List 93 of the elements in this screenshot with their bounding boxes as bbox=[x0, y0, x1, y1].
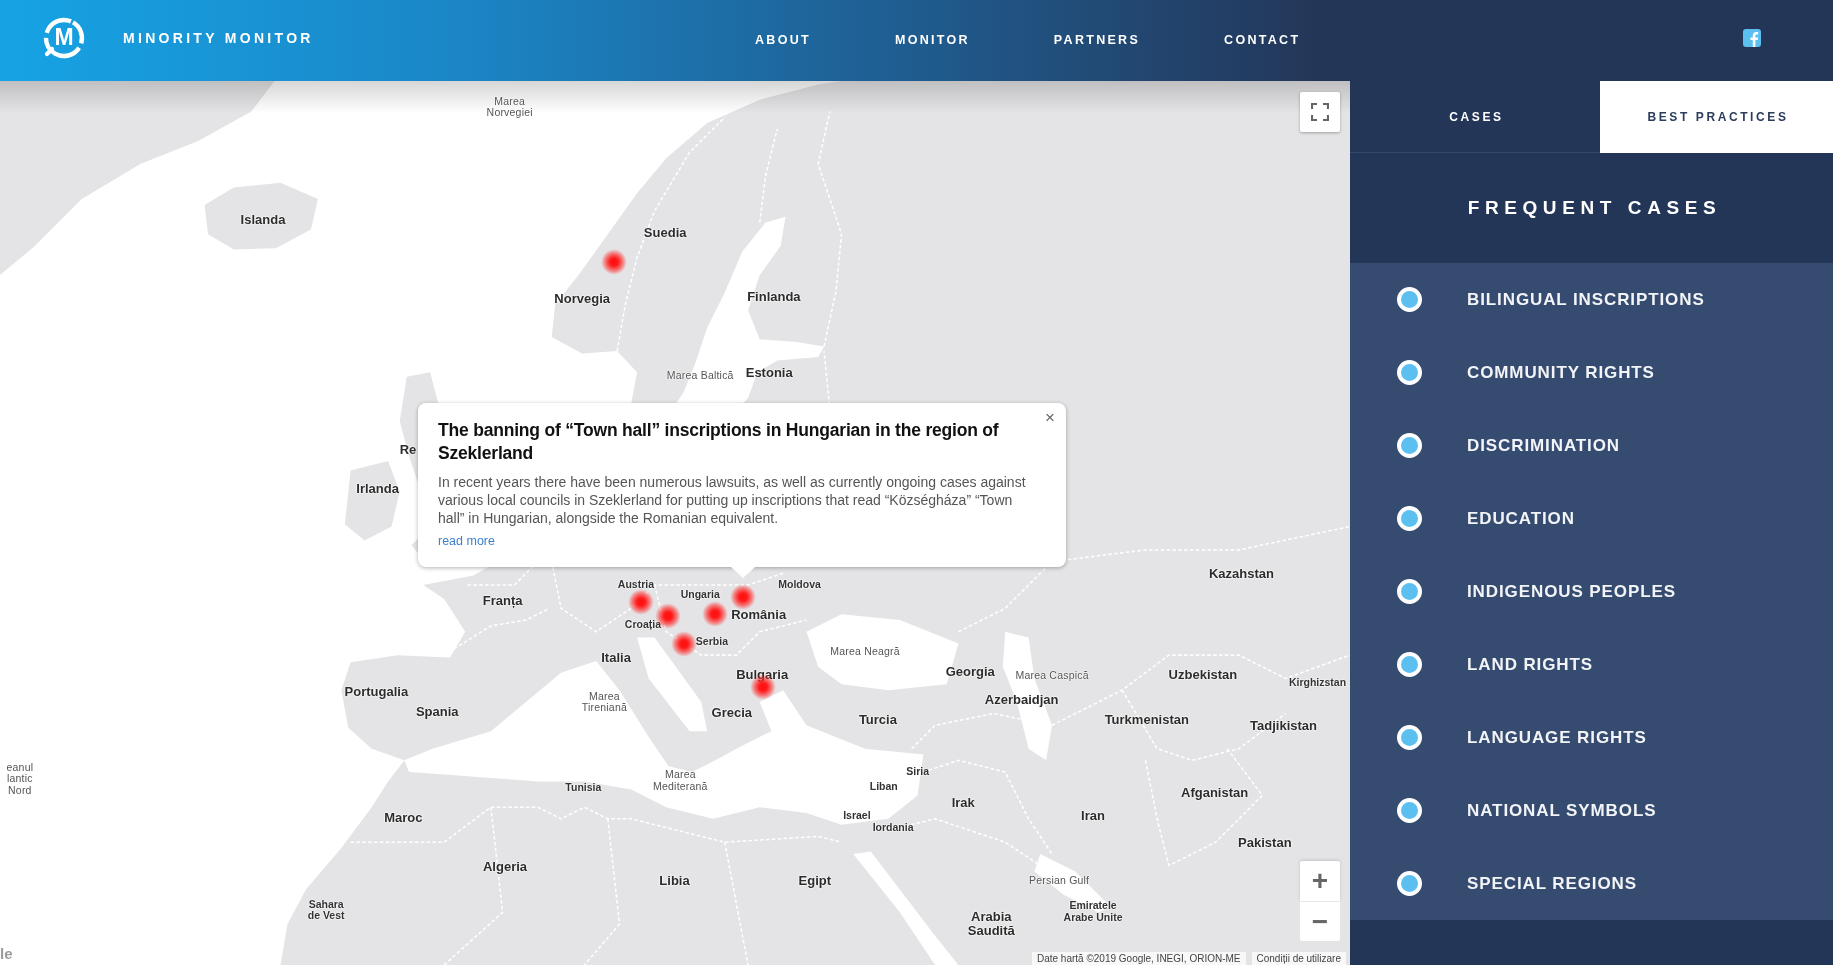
category-item[interactable]: NATIONAL SYMBOLS bbox=[1350, 774, 1833, 847]
country-label: Norvegia bbox=[554, 292, 610, 307]
ring-icon bbox=[1397, 725, 1422, 750]
country-label: Tadjikistan bbox=[1250, 718, 1318, 734]
sea-label: Marea Norvegiei bbox=[486, 95, 533, 120]
ring-icon bbox=[1397, 287, 1422, 312]
country-label: Sahara de Vest bbox=[307, 898, 345, 923]
sea-label: Marea Caspică bbox=[1015, 669, 1089, 682]
category-item[interactable]: LANGUAGE RIGHTS bbox=[1350, 701, 1833, 774]
country-label: Iran bbox=[1081, 808, 1105, 824]
close-button[interactable]: × bbox=[1042, 408, 1058, 428]
fullscreen-icon bbox=[1311, 103, 1329, 121]
section-heading: FREQUENT CASES bbox=[1466, 197, 1722, 219]
brand-name: MINORITY MONITOR bbox=[123, 29, 314, 46]
country-label: Croația bbox=[624, 619, 662, 632]
terms-link[interactable]: Condiții de utilizare bbox=[1251, 952, 1346, 965]
sea-label: Marea Mediterană bbox=[653, 769, 708, 793]
country-label: Franța bbox=[482, 593, 523, 609]
country-label: Pakistan bbox=[1238, 835, 1292, 851]
country-label: Tunisia bbox=[565, 782, 602, 794]
country-label: Uzbekistan bbox=[1168, 667, 1238, 682]
marker-icon[interactable] bbox=[730, 584, 757, 611]
marker-icon[interactable] bbox=[670, 631, 697, 658]
nav-link[interactable]: ABOUT bbox=[755, 32, 811, 47]
country-label: Liban bbox=[869, 780, 898, 793]
country-label: Turkmenistan bbox=[1104, 712, 1189, 728]
country-label: Serbia bbox=[695, 635, 728, 648]
country-label: Grecia bbox=[711, 705, 753, 721]
category-item[interactable]: COMMUNITY RIGHTS bbox=[1350, 336, 1833, 409]
fullscreen-button[interactable] bbox=[1300, 92, 1340, 132]
country-label: Suedia bbox=[643, 225, 687, 240]
country-label: România bbox=[731, 607, 787, 623]
marker-icon[interactable] bbox=[702, 600, 729, 627]
marker-icon[interactable] bbox=[600, 248, 627, 275]
country-label: Estonia bbox=[745, 365, 793, 381]
category-item[interactable]: EDUCATION bbox=[1350, 482, 1833, 555]
country-label: Egipt bbox=[798, 874, 832, 889]
ring-icon bbox=[1397, 506, 1422, 531]
ring-icon bbox=[1397, 871, 1422, 896]
country-label: Maroc bbox=[384, 811, 423, 826]
read-more-link[interactable]: read more bbox=[438, 534, 495, 548]
category-item[interactable]: SPECIAL REGIONS bbox=[1350, 847, 1833, 920]
country-label: Spania bbox=[415, 704, 459, 720]
category-item[interactable]: INDIGENOUS PEOPLES bbox=[1350, 555, 1833, 628]
country-label: Afganistan bbox=[1181, 785, 1249, 800]
ring-icon bbox=[1397, 360, 1422, 385]
category-item[interactable]: LAND RIGHTS bbox=[1350, 628, 1833, 701]
country-label: Iordania bbox=[872, 821, 914, 834]
country-label: Israel bbox=[843, 810, 871, 822]
facebook-icon[interactable] bbox=[1743, 28, 1761, 47]
nav-link[interactable]: MONITOR bbox=[894, 32, 970, 47]
map-logo: le bbox=[0, 946, 13, 962]
zoom-in-button[interactable]: + bbox=[1300, 861, 1340, 901]
tab[interactable]: BEST PRACTICES bbox=[1600, 81, 1833, 153]
ring-icon bbox=[1397, 798, 1422, 823]
country-label: Arabia Saudită bbox=[967, 910, 1015, 940]
popup-text: In recent years there have been numerous lawsuits, as well as currently ongoing cases against various local councils in Szeklerland for putting up inscriptions that read “Községháza” “Town hall” in Hungarian, alongside the Romanian equivalent. bbox=[438, 473, 1027, 527]
zoom-out-button[interactable]: − bbox=[1300, 901, 1340, 941]
country-label: Algeria bbox=[482, 860, 528, 875]
country-label: Azerbaidjan bbox=[984, 692, 1059, 708]
country-label: Portugalia bbox=[344, 684, 409, 700]
ring-icon bbox=[1397, 579, 1422, 604]
country-label: Islanda bbox=[240, 212, 286, 228]
category-item[interactable]: DISCRIMINATION bbox=[1350, 409, 1833, 482]
country-label: Kazahstan bbox=[1208, 566, 1274, 582]
country-label: Irlanda bbox=[356, 481, 399, 496]
category-item[interactable]: BILINGUAL INSCRIPTIONS bbox=[1350, 263, 1833, 336]
country-label: Emiratele Arabe Unite bbox=[1063, 900, 1123, 924]
sea-label: Marea Neagră bbox=[830, 646, 900, 659]
sea-label: Marea Tireniană bbox=[581, 690, 627, 715]
country-label: Italia bbox=[601, 650, 631, 666]
country-label: Libia bbox=[659, 874, 690, 889]
country-label: Bulgaria bbox=[736, 667, 789, 682]
country-label: Finlanda bbox=[747, 289, 801, 305]
nav-link[interactable]: PARTNERS bbox=[1053, 32, 1141, 47]
country-label: Kirghizstan bbox=[1288, 676, 1347, 689]
country-label: Turcia bbox=[858, 712, 897, 728]
sea-label: Persian Gulf bbox=[1029, 875, 1090, 888]
country-label: Re bbox=[399, 442, 417, 458]
map-attribution: Date hartă ©2019 Google, INEGI, ORION-ME bbox=[1031, 952, 1246, 965]
sea-label: eanul lantic Nord bbox=[6, 762, 34, 798]
nav-link[interactable]: CONTACT bbox=[1224, 32, 1301, 47]
popup-title: The banning of “Town hall” inscriptions in Hungarian in the region of Szeklerland bbox=[438, 419, 1000, 465]
ring-icon bbox=[1397, 652, 1422, 677]
country-label: Siria bbox=[906, 765, 930, 778]
sea-label: Marea Baltică bbox=[666, 370, 734, 383]
country-label: Georgia bbox=[945, 664, 995, 680]
country-label: Moldova bbox=[778, 578, 821, 591]
country-label: Ungaria bbox=[680, 589, 720, 601]
ring-icon bbox=[1397, 433, 1422, 458]
marker-icon[interactable] bbox=[627, 589, 654, 616]
country-label: Austria bbox=[617, 578, 655, 591]
country-label: Irak bbox=[951, 795, 975, 811]
